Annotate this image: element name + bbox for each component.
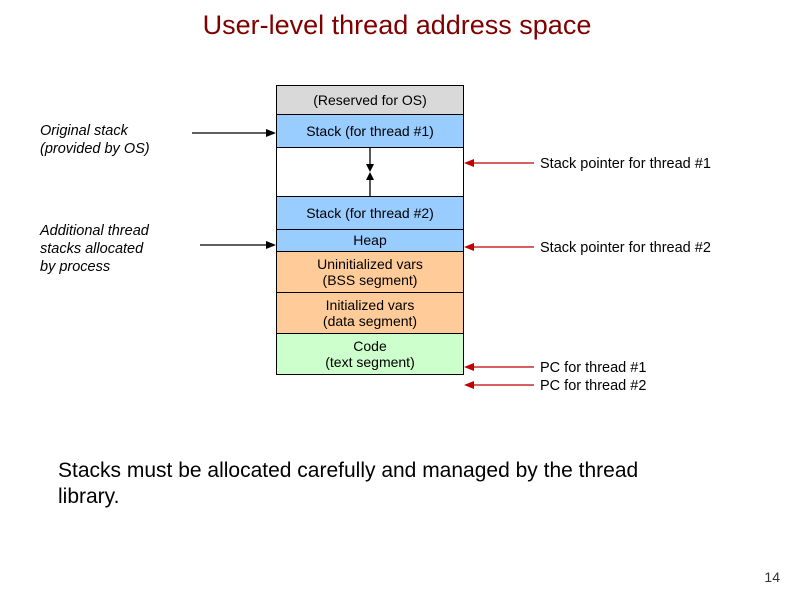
segment-code-l2: (text segment)	[277, 354, 463, 370]
segment-bss-l1: Uninitialized vars	[277, 256, 463, 272]
segment-stack2: Stack (for thread #2)	[276, 196, 464, 230]
arrow-pc1-icon	[464, 360, 534, 374]
label-sp1: Stack pointer for thread #1	[540, 155, 711, 173]
arrow-sp2-icon	[464, 240, 534, 254]
segment-bss-l2: (BSS segment)	[277, 272, 463, 288]
footer-text: Stacks must be allocated carefully and m…	[58, 458, 658, 511]
arrow-left-to-stack1-icon	[192, 126, 276, 140]
gap1-grow-arrows	[277, 148, 463, 196]
label-original-stack-l2: (provided by OS)	[40, 141, 150, 157]
segment-data-l1: Initialized vars	[277, 297, 463, 313]
page-number: 14	[764, 569, 780, 585]
label-additional-stacks-l3: by process	[40, 259, 110, 275]
segment-heap: Heap	[276, 229, 464, 252]
label-pc2: PC for thread #2	[540, 377, 646, 395]
arrow-left-to-stack2-icon	[200, 238, 276, 252]
arrow-down-icon	[364, 148, 376, 172]
segment-bss: Uninitialized vars (BSS segment)	[276, 251, 464, 293]
label-sp2: Stack pointer for thread #2	[540, 239, 711, 257]
segment-code: Code (text segment)	[276, 333, 464, 375]
label-pc1: PC for thread #1	[540, 359, 646, 377]
segment-code-l1: Code	[277, 338, 463, 354]
label-original-stack: Original stack (provided by OS)	[40, 122, 190, 158]
arrow-pc2-icon	[464, 378, 534, 392]
segment-data: Initialized vars (data segment)	[276, 292, 464, 334]
label-additional-stacks-l2: stacks allocated	[40, 241, 143, 257]
segment-stack1: Stack (for thread #1)	[276, 114, 464, 148]
segment-reserved: (Reserved for OS)	[276, 85, 464, 115]
arrow-up-icon	[364, 172, 376, 196]
segment-data-l2: (data segment)	[277, 313, 463, 329]
label-additional-stacks: Additional thread stacks allocated by pr…	[40, 222, 200, 276]
segment-gap1	[276, 147, 464, 197]
slide-title: User-level thread address space	[0, 0, 794, 41]
memory-diagram: (Reserved for OS) Stack (for thread #1) …	[276, 86, 464, 375]
arrow-sp1-icon	[464, 156, 534, 170]
label-original-stack-l1: Original stack	[40, 123, 128, 139]
label-additional-stacks-l1: Additional thread	[40, 223, 149, 239]
